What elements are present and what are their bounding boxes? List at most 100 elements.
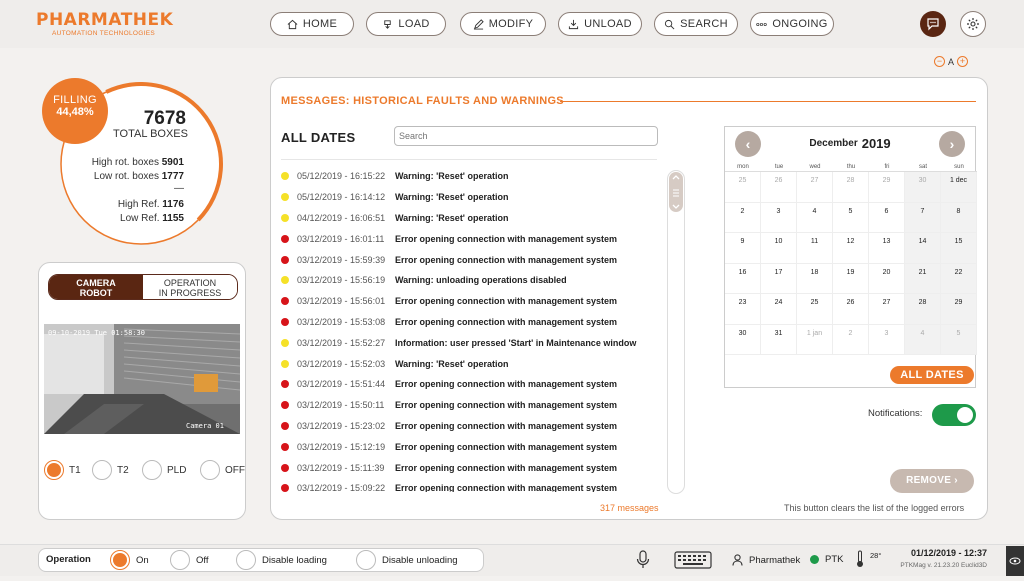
message-row[interactable]: 05/12/2019 - 16:14:12 Warning: 'Reset' op… [281,187,661,208]
keyboard-icon[interactable] [674,551,712,569]
calendar-day[interactable]: 4 [905,324,941,354]
calendar-day[interactable]: 14 [905,233,941,263]
microphone-icon[interactable] [636,550,650,570]
calendar-day[interactable]: 30 [905,172,941,202]
camera-option-off[interactable]: OFF [200,460,245,480]
calendar-day[interactable]: 26 [761,172,797,202]
radio-off-op[interactable] [170,550,190,570]
nav-modify-button[interactable]: MODIFY [460,12,546,36]
calendar-day[interactable]: 31 [761,324,797,354]
message-list[interactable]: 05/12/2019 - 16:15:22 Warning: 'Reset' op… [281,166,661,492]
calendar-day[interactable]: 28 [905,294,941,324]
calendar-day[interactable]: 23 [725,294,761,324]
tab-camera-robot[interactable]: CAMERA ROBOT [49,275,143,299]
calendar-day[interactable]: 2 [725,202,761,232]
calendar-day[interactable]: 15 [941,233,977,263]
message-row[interactable]: 03/12/2019 - 15:56:01 Error opening conne… [281,291,661,312]
calendar-day[interactable]: 2 [833,324,869,354]
message-row[interactable]: 03/12/2019 - 15:56:19 Warning: unloading … [281,270,661,291]
message-row[interactable]: 03/12/2019 - 16:01:11 Error opening conne… [281,228,661,249]
calendar-day[interactable]: 5 [833,202,869,232]
message-text: Error opening connection with management… [395,483,618,492]
calendar-day[interactable]: 24 [761,294,797,324]
remove-button[interactable]: REMOVE › [890,469,974,493]
message-row[interactable]: 03/12/2019 - 15:11:39 Error opening conne… [281,457,661,478]
calendar-day[interactable]: 19 [833,263,869,293]
calendar-day[interactable]: 27 [869,294,905,324]
high-ref-value: 1176 [162,199,184,210]
calendar-day[interactable]: 18 [797,263,833,293]
weekday-label: sun [954,164,964,170]
next-month-button[interactable]: › [939,131,965,157]
operation-on[interactable]: On [110,550,149,570]
messages-button[interactable] [920,11,946,37]
calendar-day[interactable]: 30 [725,324,761,354]
prev-month-button[interactable]: ‹ [735,131,761,157]
nav-unload-button[interactable]: UNLOAD [558,12,642,36]
calendar-day[interactable]: 6 [869,202,905,232]
calendar-day[interactable]: 1 jan [797,324,833,354]
message-row[interactable]: 03/12/2019 - 15:51:44 Error opening conne… [281,374,661,395]
message-scrollbar[interactable] [667,170,685,494]
calendar-day[interactable]: 21 [905,263,941,293]
calendar-day[interactable]: 12 [833,233,869,263]
calendar-day[interactable]: 7 [905,202,941,232]
calendar-day[interactable]: 4 [797,202,833,232]
calendar-day[interactable]: 20 [869,263,905,293]
calendar-day[interactable]: 10 [761,233,797,263]
message-row[interactable]: 05/12/2019 - 16:15:22 Warning: 'Reset' op… [281,166,661,187]
calendar-day[interactable]: 8 [941,202,977,232]
radio-disable-unloading[interactable] [356,550,376,570]
radio-disable-loading[interactable] [236,550,256,570]
calendar-day[interactable]: 5 [941,324,977,354]
calendar-day[interactable]: 9 [725,233,761,263]
all-dates-button[interactable]: ALL DATES [890,366,974,384]
camera-option-t2[interactable]: T2 [92,460,129,480]
calendar-day[interactable]: 26 [833,294,869,324]
message-row[interactable]: 03/12/2019 - 15:53:08 Error opening conne… [281,312,661,333]
calendar-day[interactable]: 29 [941,294,977,324]
side-panel-toggle[interactable] [1006,546,1024,576]
message-row[interactable]: 03/12/2019 - 15:23:02 Error opening conne… [281,416,661,437]
message-row[interactable]: 04/12/2019 - 16:06:51 Warning: 'Reset' op… [281,208,661,229]
radio-t2[interactable] [92,460,112,480]
message-row[interactable]: 03/12/2019 - 15:59:39 Error opening conne… [281,249,661,270]
operation-disable-unloading[interactable]: Disable unloading [356,550,458,570]
calendar-day[interactable]: 11 [797,233,833,263]
radio-on[interactable] [110,550,130,570]
message-row[interactable]: 03/12/2019 - 15:52:03 Warning: 'Reset' op… [281,353,661,374]
calendar-day[interactable]: 22 [941,263,977,293]
calendar-day[interactable]: 27 [797,172,833,202]
search-input[interactable] [394,126,658,146]
message-row[interactable]: 03/12/2019 - 15:12:19 Error opening conne… [281,436,661,457]
nav-home-button[interactable]: HOME [270,12,354,36]
radio-pld[interactable] [142,460,162,480]
operation-disable-loading[interactable]: Disable loading [236,550,327,570]
operation-off[interactable]: Off [170,550,209,570]
calendar-day[interactable]: 1 dec [941,172,977,202]
calendar-day[interactable]: 29 [869,172,905,202]
calendar-day[interactable]: 25 [725,172,761,202]
message-row[interactable]: 03/12/2019 - 15:50:11 Error opening conne… [281,395,661,416]
notifications-toggle[interactable] [932,404,976,426]
nav-search-button[interactable]: SEARCH [654,12,738,36]
radio-t1[interactable] [44,460,64,480]
nav-ongoing-button[interactable]: ONGOING [750,12,834,36]
camera-option-pld[interactable]: PLD [142,460,186,480]
camera-option-t1[interactable]: T1 [44,460,81,480]
zoom-in-button[interactable]: + [957,56,969,67]
settings-button[interactable] [960,11,986,37]
calendar-day[interactable]: 25 [797,294,833,324]
message-row[interactable]: 03/12/2019 - 15:09:22 Error opening conne… [281,478,661,492]
calendar-day[interactable]: 13 [869,233,905,263]
calendar-day[interactable]: 17 [761,263,797,293]
calendar-day[interactable]: 3 [869,324,905,354]
zoom-out-button[interactable]: − [934,56,945,67]
calendar-day[interactable]: 28 [833,172,869,202]
radio-off[interactable] [200,460,220,480]
nav-load-button[interactable]: LOAD [366,12,446,36]
calendar-day[interactable]: 16 [725,263,761,293]
message-row[interactable]: 03/12/2019 - 15:52:27 Information: user p… [281,332,661,353]
tab-operation-in-progress[interactable]: OPERATION IN PROGRESS [143,275,237,299]
calendar-day[interactable]: 3 [761,202,797,232]
